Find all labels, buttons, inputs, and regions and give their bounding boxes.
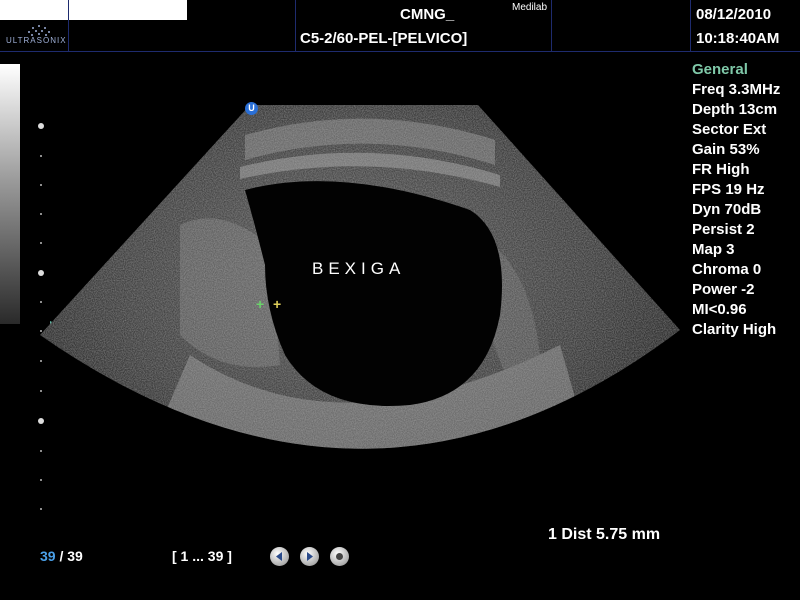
- caliper-end[interactable]: +: [273, 296, 281, 312]
- patient-name: CMNG_: [400, 6, 455, 23]
- header-white-box: [0, 0, 187, 20]
- param-clarity: Clarity High: [692, 321, 777, 338]
- annotation-label[interactable]: BEXIGA: [312, 259, 405, 279]
- cine-stop-button[interactable]: [330, 547, 349, 566]
- brand-logo: ULTRASONIX: [6, 22, 72, 50]
- play-icon: [307, 552, 313, 561]
- cine-play-button[interactable]: [300, 547, 319, 566]
- institution-name: Medilab: [512, 2, 548, 13]
- exam-time: 10:18:40AM: [696, 30, 780, 47]
- param-frame-rate: FR High: [692, 161, 750, 178]
- ultrasound-image[interactable]: [40, 95, 680, 515]
- cine-current-frame: 39: [40, 548, 56, 564]
- param-persist: Persist 2: [692, 221, 755, 238]
- grayscale-bar: [0, 64, 20, 324]
- param-fps: FPS 19 Hz: [692, 181, 765, 198]
- param-power: Power -2: [692, 281, 755, 298]
- param-mi: MI<0.96: [692, 301, 747, 318]
- params-heading[interactable]: General: [692, 60, 780, 80]
- param-freq: Freq 3.3MHz: [692, 81, 781, 98]
- header-bar: ULTRASONIX CMNG_ Medilab C5-2/60-PEL-[PE…: [0, 0, 800, 52]
- preset-name: C5-2/60-PEL-[PELVICO]: [300, 30, 468, 47]
- param-chroma: Chroma 0: [692, 261, 762, 278]
- header-divider: [551, 0, 552, 52]
- header-bottom-line: [0, 51, 800, 52]
- caliper-start[interactable]: +: [256, 296, 264, 312]
- exam-date: 08/12/2010: [696, 6, 772, 23]
- imaging-parameters: General Freq 3.3MHz Depth 13cm Sector Ex…: [692, 60, 780, 340]
- header-divider: [690, 0, 691, 52]
- distance-measurement: 1 Dist 5.75 mm: [548, 526, 661, 543]
- stop-icon: [336, 553, 343, 560]
- orientation-marker-icon: U: [245, 102, 258, 115]
- cine-range[interactable]: [ 1 ... 39 ]: [172, 548, 232, 564]
- cine-step-back-button[interactable]: [270, 547, 289, 566]
- header-divider: [295, 0, 296, 52]
- cine-frame-counter: 39 / 39: [40, 548, 83, 564]
- param-gain: Gain 53%: [692, 141, 760, 158]
- param-sector: Sector Ext: [692, 121, 767, 138]
- logo-text: ULTRASONIX: [6, 36, 67, 45]
- param-map: Map 3: [692, 241, 735, 258]
- header-divider: [68, 0, 69, 52]
- step-back-icon: [276, 552, 282, 561]
- param-depth: Depth 13cm: [692, 101, 778, 118]
- param-dynamic-range: Dyn 70dB: [692, 201, 762, 218]
- cine-total-frames: / 39: [59, 548, 83, 564]
